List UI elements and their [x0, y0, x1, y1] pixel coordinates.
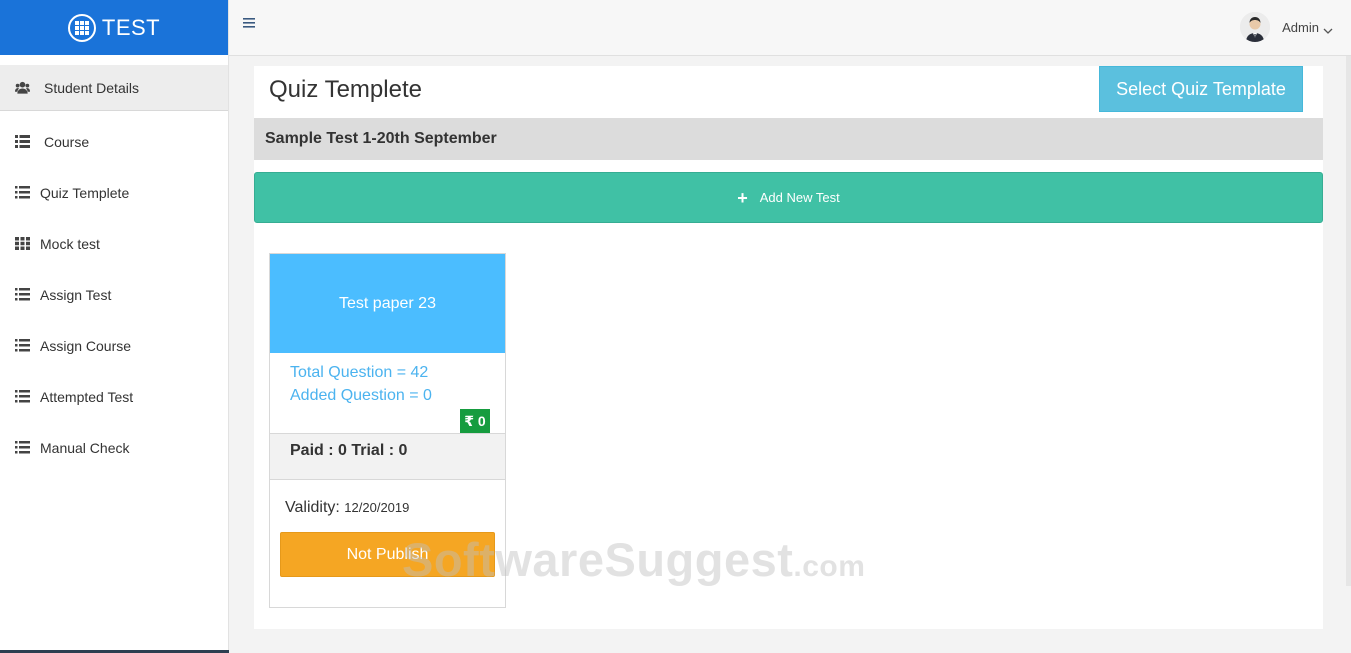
sidebar-item-label: Assign Course [40, 337, 132, 354]
user-name: Admin [1282, 19, 1319, 35]
select-quiz-template-button[interactable]: Select Quiz Template [1099, 66, 1303, 112]
grid-circle-icon [67, 13, 96, 42]
validity-date: 12/20/2019 [344, 500, 410, 515]
chevron-down-icon [1323, 23, 1333, 34]
list-icon [14, 186, 30, 200]
sidebar-item-mock-test[interactable]: Mock test [0, 218, 228, 269]
validity: Validity: 12/20/2019 [270, 480, 505, 517]
user-avatar-icon [1240, 12, 1271, 42]
sidebar-item-label: Student Details [44, 79, 139, 96]
list-icon [14, 135, 30, 149]
list-icon [14, 441, 30, 455]
total-question: Total Question = 42 [290, 364, 429, 381]
list-icon [14, 390, 30, 404]
top-bar: Admin [229, 0, 1351, 56]
sidebar-item-quiz-templete[interactable]: Quiz Templete [0, 167, 228, 218]
test-card: Test paper 23 Total Question = 42 Added … [269, 253, 506, 608]
scrollbar[interactable] [1346, 56, 1351, 586]
add-new-test-button[interactable]: + Add New Test [254, 172, 1323, 223]
add-new-test-label: Add New Test [759, 190, 840, 205]
test-card-title[interactable]: Test paper 23 [270, 254, 505, 353]
grid-icon [14, 237, 30, 251]
main-panel: Quiz Templete Select Quiz Template Sampl… [254, 66, 1323, 629]
sidebar-nav: Student Details Course Quiz Templete Moc… [0, 65, 228, 473]
sidebar-item-course[interactable]: Course [0, 116, 228, 167]
sidebar-item-assign-test[interactable]: Assign Test [0, 269, 228, 320]
sidebar-item-label: Mock test [40, 235, 100, 252]
plus-icon: + [737, 187, 748, 208]
brand-header[interactable]: TEST [0, 0, 228, 55]
added-question: Added Question = 0 [290, 387, 432, 404]
sidebar-item-assign-course[interactable]: Assign Course [0, 320, 228, 371]
sidebar-item-label: Quiz Templete [40, 184, 130, 201]
sidebar-item-label: Manual Check [40, 439, 130, 456]
list-icon [14, 288, 30, 302]
test-card-stats: Total Question = 42 Added Question = 0 ₹… [270, 353, 505, 434]
brand-title: TEST [101, 14, 161, 40]
user-menu[interactable]: Admin [1240, 12, 1333, 42]
sidebar: TEST Student Details Course Quiz Templet… [0, 0, 229, 653]
not-publish-button[interactable]: Not Publish [280, 532, 495, 577]
validity-label: Validity: [285, 499, 340, 516]
sidebar-item-manual-check[interactable]: Manual Check [0, 422, 228, 473]
sidebar-item-label: Course [44, 133, 90, 150]
page-title: Quiz Templete [269, 76, 422, 103]
sidebar-item-attempted-test[interactable]: Attempted Test [0, 371, 228, 422]
section-title: Sample Test 1-20th September [254, 118, 1323, 160]
sidebar-item-label: Attempted Test [40, 388, 134, 405]
hamburger-icon[interactable] [243, 16, 257, 28]
list-icon [14, 339, 30, 353]
paid-trial: Paid : 0 Trial : 0 [270, 434, 505, 480]
sidebar-item-label: Assign Test [40, 286, 112, 303]
sidebar-item-student-details[interactable]: Student Details [0, 65, 228, 111]
users-icon [14, 81, 30, 95]
price-badge: ₹ 0 [460, 409, 490, 433]
